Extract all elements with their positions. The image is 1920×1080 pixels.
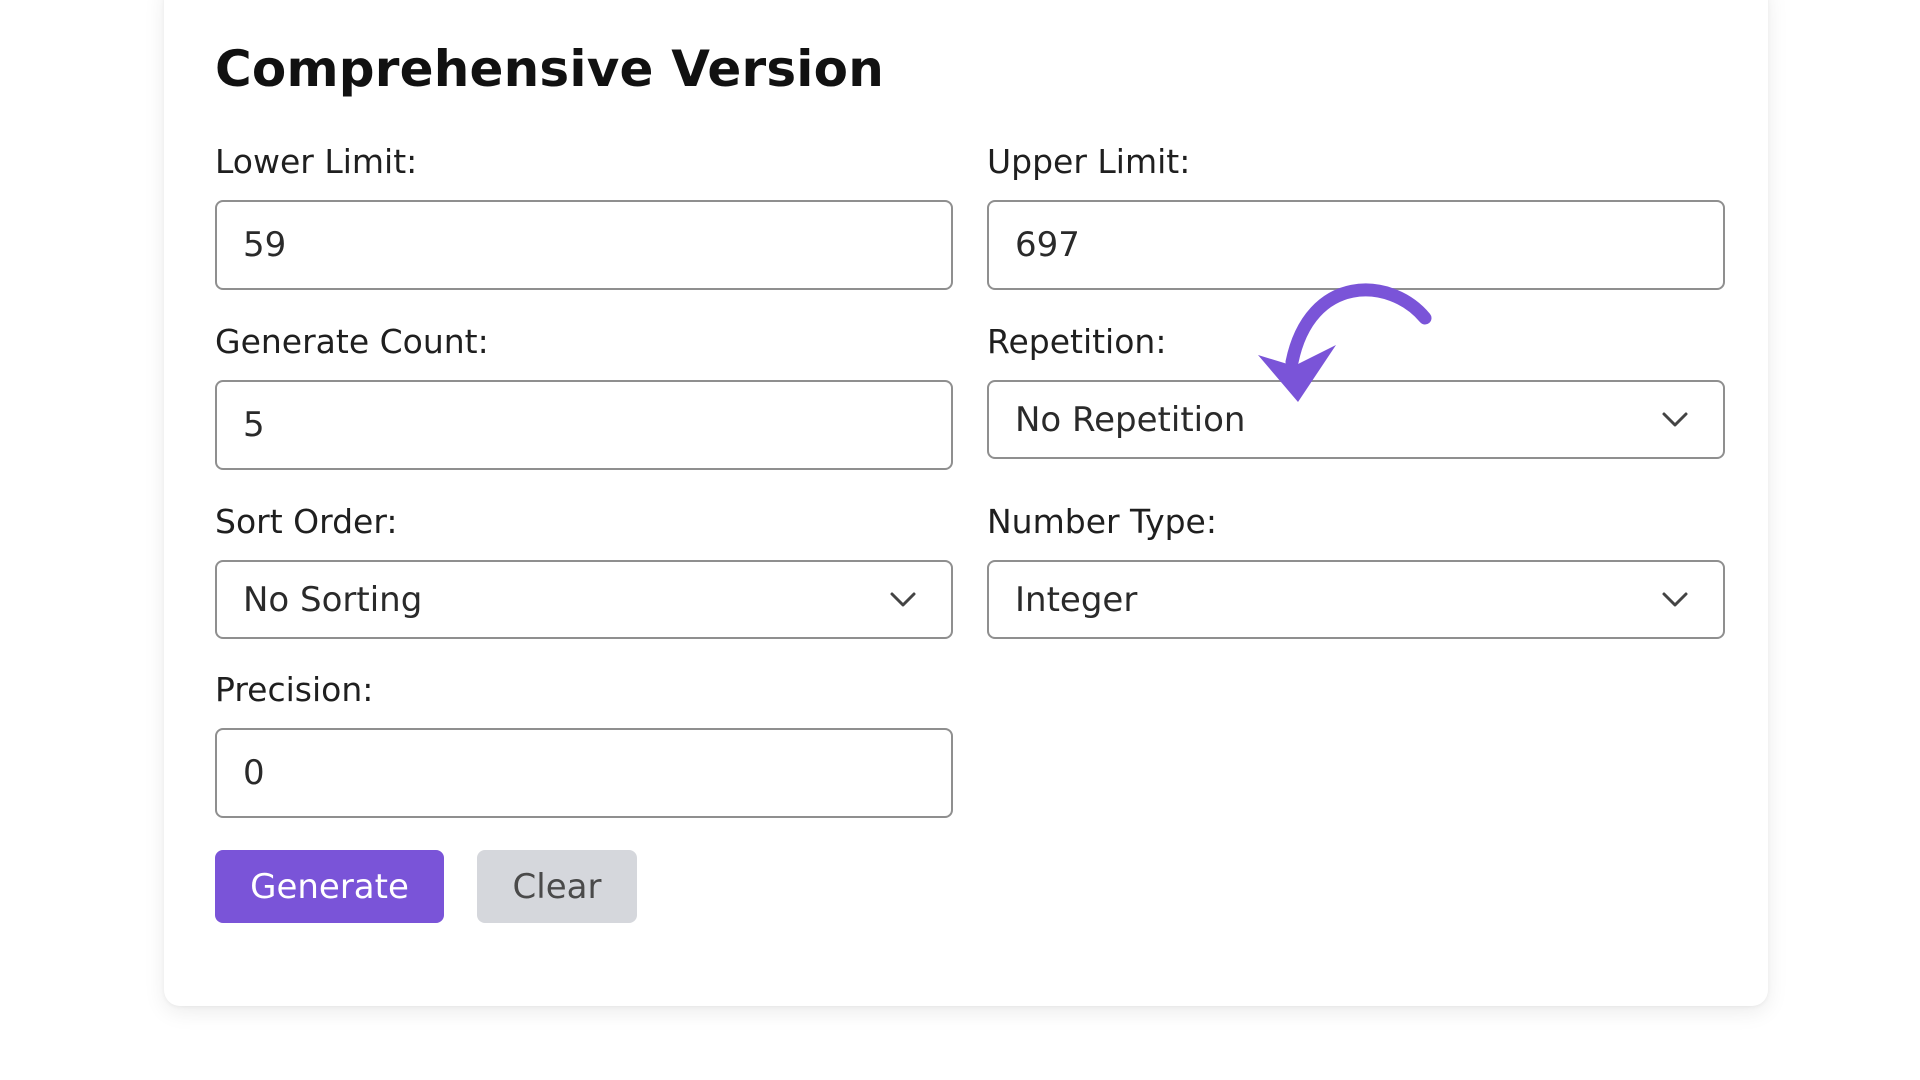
chevron-down-icon [1662,412,1688,426]
repetition-label: Repetition: [987,322,1167,361]
lower-limit-value: 59 [243,225,287,265]
generate-count-label: Generate Count: [215,322,489,361]
number-type-select[interactable]: Integer [987,560,1725,639]
lower-limit-label: Lower Limit: [215,142,418,181]
form-title: Comprehensive Version [215,40,884,98]
number-type-selected-value: Integer [1015,579,1138,620]
sort-order-selected-value: No Sorting [243,579,423,620]
lower-limit-input[interactable]: 59 [215,200,953,290]
precision-value: 0 [243,753,265,793]
number-type-label: Number Type: [987,502,1217,541]
precision-label: Precision: [215,670,374,709]
clear-button[interactable]: Clear [477,850,637,923]
generate-button[interactable]: Generate [215,850,444,923]
generate-count-value: 5 [243,405,265,445]
chevron-down-icon [1662,592,1688,606]
upper-limit-value: 697 [1015,225,1080,265]
curved-arrow-icon [1258,283,1432,402]
precision-input[interactable]: 0 [215,728,953,818]
sort-order-select[interactable]: No Sorting [215,560,953,639]
generate-count-input[interactable]: 5 [215,380,953,470]
chevron-down-icon [890,592,916,606]
upper-limit-label: Upper Limit: [987,142,1191,181]
repetition-selected-value: No Repetition [1015,399,1246,440]
sort-order-label: Sort Order: [215,502,398,541]
